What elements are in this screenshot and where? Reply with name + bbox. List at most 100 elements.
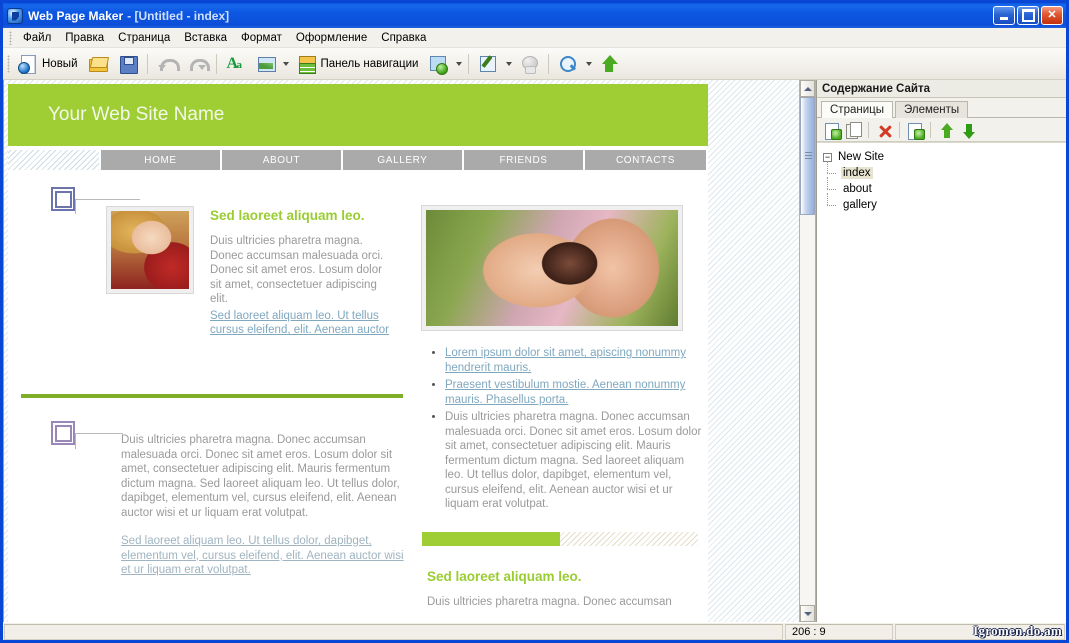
workspace: Your Web Site Name HOME ABOUT GALLERY FR… (3, 80, 1066, 622)
canvas-vertical-scrollbar[interactable] (799, 80, 816, 622)
tab-pages[interactable]: Страницы (821, 101, 893, 118)
form-tool-icon (478, 54, 498, 74)
navigation-button-dropdown-arrow[interactable] (453, 52, 464, 76)
add-page-icon[interactable] (821, 120, 842, 140)
save-diskette-icon (118, 54, 138, 74)
scroll-down-arrow-icon[interactable] (800, 605, 815, 622)
tree-item-about[interactable]: about (823, 177, 1066, 197)
menu-item-design[interactable]: Оформление (289, 30, 374, 46)
form-tool-button[interactable] (473, 51, 503, 77)
tab-elements[interactable]: Элементы (895, 101, 969, 118)
tree-item-label: about (843, 183, 872, 195)
undo-button[interactable] (152, 51, 182, 77)
duplicate-page-icon[interactable] (843, 120, 863, 140)
nav-spacer (8, 150, 101, 170)
object-handle-article1[interactable] (51, 187, 75, 211)
insert-text-button[interactable] (221, 51, 251, 77)
tree-root-row[interactable]: − New Site (823, 149, 1066, 165)
toolbar-separator (215, 53, 217, 74)
main-toolbar: Новый Панель навигации (3, 48, 1066, 80)
new-page-label: Новый (42, 57, 78, 70)
nav-item-friends[interactable]: FRIENDS (464, 150, 585, 170)
preview-button[interactable] (553, 51, 583, 77)
panel-toolbar-separator (930, 121, 931, 138)
toolbar-separator (548, 53, 550, 74)
maximize-button[interactable] (1017, 6, 1039, 25)
site-header-banner[interactable]: Your Web Site Name (8, 84, 708, 146)
delete-page-icon[interactable] (874, 120, 894, 140)
bullet-item-1[interactable]: Lorem ipsum dolor sit amet, apiscing non… (445, 346, 703, 375)
navigation-panel-button[interactable]: Панель навигации (292, 51, 424, 77)
hatch-bar-remainder (560, 532, 698, 546)
undo-arrow-icon (157, 54, 180, 74)
article2-body: Duis ultricies pharetra magna. Donec acc… (121, 434, 400, 519)
scrollbar-thumb[interactable] (800, 97, 815, 215)
nav-item-gallery[interactable]: GALLERY (343, 150, 464, 170)
tree-item-gallery[interactable]: gallery (823, 193, 1066, 213)
move-down-arrow-icon[interactable] (958, 120, 978, 140)
design-canvas[interactable]: Your Web Site Name HOME ABOUT GALLERY FR… (3, 80, 799, 622)
open-folder-icon (88, 54, 108, 74)
article1-text-block[interactable]: Sed laoreet aliquam leo. Duis ultricies … (210, 208, 395, 338)
menu-item-format[interactable]: Формат (234, 30, 289, 46)
export-page-icon[interactable] (905, 120, 925, 140)
right-column-section2[interactable]: Sed laoreet aliquam leo. Duis ultricies … (427, 569, 702, 610)
effects-button-disabled (514, 51, 544, 77)
site-tree[interactable]: − New Site index about gallery (817, 142, 1066, 622)
nav-item-contacts[interactable]: CONTACTS (585, 150, 706, 170)
bullet-list: Lorem ipsum dolor sit amet, apiscing non… (428, 346, 703, 512)
right-column-heading2: Sed laoreet aliquam leo. (427, 569, 582, 584)
tree-root-label: New Site (838, 151, 885, 163)
editor-area: Your Web Site Name HOME ABOUT GALLERY FR… (3, 80, 816, 622)
site-contents-panel: Содержание Сайта Страницы Элементы − New… (816, 80, 1066, 622)
bullet-item-2[interactable]: Praesent vestibulum mostie. Aenean nonum… (445, 378, 703, 407)
article2-link[interactable]: Sed laoreet aliquam leo. Ut tellus dolor… (121, 534, 409, 578)
nav-item-about[interactable]: ABOUT (222, 150, 343, 170)
nav-item-home[interactable]: HOME (101, 150, 222, 170)
status-cursor-position: 206 : 9 (785, 623, 893, 640)
window-controls: ✕ (993, 6, 1063, 25)
menu-item-insert[interactable]: Вставка (177, 30, 234, 46)
move-up-arrow-icon[interactable] (936, 120, 956, 140)
object-handle-article2[interactable] (51, 421, 75, 445)
right-column-body2: Duis ultricies pharetra magna. Donec acc… (427, 596, 672, 608)
menu-item-edit[interactable]: Правка (58, 30, 111, 46)
preview-magnifier-icon (558, 54, 578, 74)
insert-image-button[interactable] (251, 51, 281, 77)
scrollbar-track[interactable] (800, 97, 815, 605)
preview-dropdown-arrow[interactable] (583, 52, 594, 76)
close-button[interactable]: ✕ (1041, 6, 1063, 25)
title-bar: Web Page Maker - [Untitled - index] ✕ (3, 3, 1066, 28)
article1-link[interactable]: Sed laoreet aliquam leo. Ut tellus cursu… (210, 309, 395, 338)
article1-heading: Sed laoreet aliquam leo. (210, 208, 365, 223)
save-button[interactable] (113, 51, 143, 77)
open-button[interactable] (83, 51, 113, 77)
app-globe-icon (7, 7, 23, 24)
upload-button[interactable] (594, 51, 624, 77)
menu-item-help[interactable]: Справка (374, 30, 433, 46)
site-title-text: Your Web Site Name (48, 104, 225, 125)
article2-text-block[interactable]: Duis ultricies pharetra magna. Donec acc… (121, 433, 409, 578)
site-navigation-bar: HOME ABOUT GALLERY FRIENDS CONTACTS (8, 150, 708, 170)
navigation-panel-label: Панель навигации (320, 57, 419, 70)
redo-button[interactable] (182, 51, 212, 77)
web-page-preview[interactable]: Your Web Site Name HOME ABOUT GALLERY FR… (8, 84, 708, 622)
tree-item-label: gallery (843, 199, 877, 211)
navigation-button-button[interactable] (423, 51, 453, 77)
text-aa-icon (226, 54, 246, 74)
form-tool-dropdown-arrow[interactable] (503, 52, 514, 76)
article1-body: Duis ultricies pharetra magna. Donec acc… (210, 235, 384, 305)
insert-image-dropdown-arrow[interactable] (281, 52, 292, 76)
menu-item-file[interactable]: Файл (16, 30, 58, 46)
right-column-bullets-block[interactable]: Lorem ipsum dolor sit amet, apiscing non… (428, 346, 703, 515)
article1-photo[interactable] (107, 207, 193, 293)
menu-item-page[interactable]: Страница (111, 30, 177, 46)
new-page-button[interactable]: Новый (13, 51, 83, 77)
upload-arrow-icon (599, 54, 619, 74)
redo-arrow-icon (187, 54, 210, 74)
tree-item-index[interactable]: index (823, 161, 1066, 181)
right-column-photo[interactable] (422, 206, 682, 330)
panel-toolbar (817, 118, 1066, 142)
scroll-up-arrow-icon[interactable] (800, 80, 815, 97)
minimize-button[interactable] (993, 6, 1015, 25)
